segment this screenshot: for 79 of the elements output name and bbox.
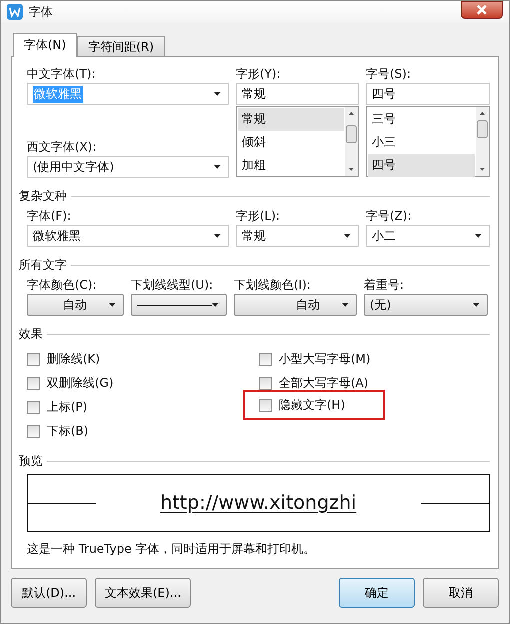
field-label: 着重号: [364,277,404,294]
dropdown-value: 自动 [63,296,87,314]
color-dropdown[interactable]: 自动 [27,294,124,316]
caret-icon [109,303,116,307]
field-label: 字号(Z): [366,208,412,225]
color-dropdown[interactable]: 自动 [234,294,357,316]
list-item[interactable]: 常规 [238,108,344,131]
dialog-button[interactable]: 确定 [339,578,415,608]
input-field[interactable]: 四号 [366,83,490,105]
checkbox[interactable] [27,424,40,438]
section-title: 效果 [19,326,43,342]
caret-icon [475,234,482,238]
list-box[interactable]: 常规 倾斜 加粗 [236,106,359,177]
checkbox-option[interactable]: 删除线(K) [27,350,100,368]
list-item[interactable]: 三号 [368,108,475,131]
checkbox-option[interactable]: 隐藏文字(H) [259,396,346,414]
list-item[interactable]: 倾斜 [238,131,344,154]
checkbox-option[interactable]: 小型大写字母(M) [259,350,371,368]
dropdown-value: (使用中文字体) [33,158,114,176]
dropdown[interactable]: (无) [364,294,488,316]
dropdown-value: 常规 [242,228,266,244]
input-field[interactable]: 常规 [236,83,359,105]
scrollbar[interactable] [345,107,358,176]
dialog-button[interactable]: 默认(D)... [11,578,87,608]
list-item[interactable]: 小三 [368,131,475,154]
section-title: 预览 [19,452,43,470]
field-label: 下划线线型(U): [131,277,214,294]
window-title: 字体 [29,4,54,20]
field-label: 下划线颜色(I): [234,277,311,294]
caret-icon [214,165,221,169]
dialog-button[interactable]: 文本效果(E)... [95,578,192,608]
close-icon [476,5,488,15]
close-button[interactable] [461,1,503,19]
checkbox-option[interactable]: 上标(P) [27,398,88,416]
dropdown-value: 小二 [372,228,396,244]
dropdown[interactable]: 小二 [366,225,490,247]
field-label: 字形(L): [236,208,280,225]
list-item[interactable]: 加粗 [238,154,344,177]
font-dropdown[interactable]: (使用中文字体) [27,156,229,178]
section-title: 所有文字 [19,256,67,274]
checkbox[interactable] [27,376,40,390]
caret-icon [214,234,221,238]
tab[interactable]: 字体(N) [13,33,78,57]
checkbox-option[interactable]: 下标(B) [27,422,89,440]
dropdown-value: (无) [370,296,392,314]
checkbox-option[interactable]: 全部大写字母(A) [259,374,369,392]
line-style-icon [137,304,212,306]
app-icon [7,4,23,20]
caret-icon [214,92,221,96]
field-label: 西文字体(X): [27,139,97,156]
field-label: 字体颜色(C): [27,277,97,294]
tab[interactable]: 字符间距(R) [77,36,166,56]
checkbox[interactable] [27,352,40,366]
caret-icon [473,303,480,307]
dropdown-value: 自动 [296,296,320,314]
section-title: 复杂文种 [19,188,67,204]
checkbox[interactable] [259,352,272,366]
list-box[interactable]: 三号 小三 四号 [366,106,490,177]
caret-icon [342,303,349,307]
field-label: 字形(Y): [236,66,281,83]
field-label: 中文字体(T): [27,66,96,83]
dropdown[interactable]: 微软雅黑 [27,225,229,247]
field-label: 字体(F): [27,208,72,225]
font-description: 这是一种 TrueType 字体，同时适用于屏幕和打印机。 [27,541,317,558]
caret-icon [344,234,351,238]
line-style-dropdown[interactable] [131,294,227,316]
checkbox-option[interactable]: 双删除线(G) [27,374,114,392]
preview-text: http://www.xitongzhi [160,492,357,514]
checkbox[interactable] [27,400,40,414]
list-item[interactable]: 四号 [368,154,475,177]
dropdown-value: 微软雅黑 [33,228,81,244]
caret-icon [212,303,219,307]
scrollbar[interactable] [476,107,489,176]
checkbox[interactable] [259,376,272,390]
dropdown-value: 微软雅黑 [33,86,83,102]
field-label: 字号(S): [366,66,412,83]
dialog-button[interactable]: 取消 [423,578,499,608]
dropdown[interactable]: 常规 [236,225,359,247]
checkbox[interactable] [259,398,272,412]
